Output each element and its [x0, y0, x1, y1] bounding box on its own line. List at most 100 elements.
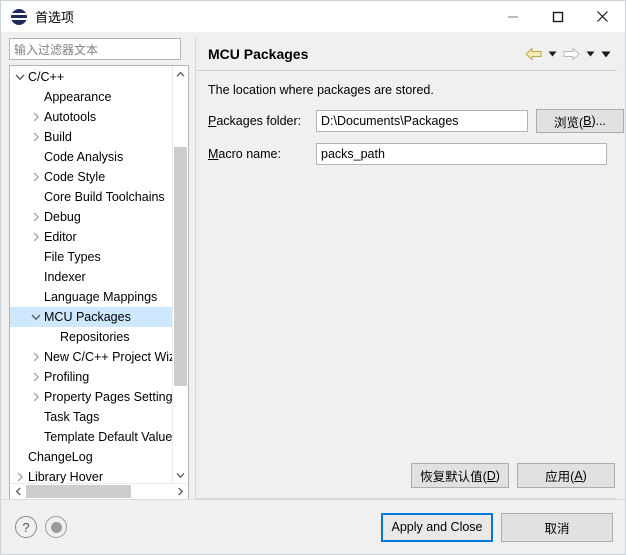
restore-defaults-suffix: ) [495, 468, 500, 483]
apply-button[interactable]: 应用(A) [517, 463, 615, 488]
close-button[interactable] [580, 1, 625, 32]
info-dot-icon[interactable] [45, 516, 67, 538]
browse-mnemonic: B [583, 114, 592, 128]
tree-item[interactable]: Code Style [10, 167, 172, 187]
tree-item[interactable]: Profiling [10, 367, 172, 387]
tree-item-label: Editor [44, 230, 77, 244]
vertical-scroll-thumb[interactable] [174, 147, 187, 387]
cancel-button[interactable]: 取消 [501, 512, 613, 542]
window-title: 首选项 [35, 10, 75, 25]
chevron-right-icon[interactable] [28, 352, 44, 362]
back-dropdown-icon[interactable] [545, 43, 559, 65]
dialog-body: 输入过滤器文本 C/C++ Appearance Autotools Build Cod… [1, 32, 625, 499]
restore-defaults-mnemonic: D [486, 468, 496, 483]
tree-item-label: Build [44, 130, 72, 144]
page-title: MCU Packages [208, 46, 309, 62]
macro-name-input[interactable]: packs_path [316, 143, 607, 165]
tree-item-label: Library Hover [28, 470, 104, 483]
tree-item[interactable]: Task Tags [10, 407, 172, 427]
tree-item[interactable]: Language Mappings [10, 287, 172, 307]
scroll-down-icon[interactable] [173, 467, 188, 483]
chevron-right-icon[interactable] [28, 172, 44, 182]
forward-arrow-icon[interactable] [561, 43, 581, 65]
page-content: The location where packages are stored. … [196, 71, 624, 453]
packages-folder-label-text: ackages folder: [216, 114, 302, 128]
chevron-right-icon[interactable] [12, 472, 28, 482]
chevron-down-icon[interactable] [28, 313, 44, 321]
preferences-tree: C/C++ Appearance Autotools Build Code Analys… [9, 65, 189, 499]
packages-folder-row: Packages folder: D:\Documents\Packages 浏… [208, 109, 624, 133]
tree-item-label: Debug [44, 210, 81, 224]
tree-item-label: Core Build Toolchains [44, 190, 165, 204]
macro-name-mnemonic: M [208, 147, 219, 161]
tree-item-label: MCU Packages [44, 310, 131, 324]
tree-item-label: Autotools [44, 110, 97, 124]
horizontal-scroll-track[interactable] [26, 484, 172, 499]
tree-item-label: ChangeLog [28, 450, 93, 464]
packages-folder-value: D:\Documents\Packages [321, 114, 459, 128]
chevron-right-icon[interactable] [28, 132, 44, 142]
page-header: MCU Packages [196, 38, 617, 71]
tree-item[interactable]: Code Analysis [10, 147, 172, 167]
tree-item[interactable]: MCU Packages [10, 307, 172, 327]
tree-item[interactable]: Indexer [10, 267, 172, 287]
apply-prefix: 应用( [545, 470, 575, 484]
chevron-right-icon[interactable] [28, 372, 44, 382]
chevron-right-icon[interactable] [28, 212, 44, 222]
tree-item-label: C/C++ [28, 70, 65, 84]
restore-defaults-button[interactable]: 恢复默认值(D) [411, 463, 509, 488]
tree-item-label: New C/C++ Project Wizard [44, 350, 172, 364]
tree-item[interactable]: Repositories [10, 327, 172, 347]
tree-item[interactable]: Editor [10, 227, 172, 247]
tree-item[interactable]: Core Build Toolchains [10, 187, 172, 207]
help-icon[interactable]: ? [15, 516, 37, 538]
apply-suffix: ) [582, 468, 587, 483]
back-arrow-icon[interactable] [523, 43, 543, 65]
apply-mnemonic: A [574, 468, 583, 483]
tree-item-label: Repositories [60, 330, 130, 344]
tree-main: C/C++ Appearance Autotools Build Code Analys… [10, 66, 188, 483]
macro-name-label: Macro name: [208, 147, 316, 161]
tree-item[interactable]: File Types [10, 247, 172, 267]
tree-item-label: Code Style [44, 170, 106, 184]
horizontal-scroll-thumb[interactable] [26, 485, 132, 498]
browse-prefix: 浏览( [553, 115, 584, 130]
title-bar: 首选项 [1, 1, 625, 32]
tree-item[interactable]: Library Hover [10, 467, 172, 483]
tree-item[interactable]: ChangeLog [10, 447, 172, 467]
macro-name-value: packs_path [321, 147, 385, 161]
dialog-footer: ? Apply and Close 取消 [1, 499, 625, 554]
minimize-button[interactable] [490, 1, 535, 32]
scroll-right-icon[interactable] [172, 484, 188, 499]
chevron-down-icon[interactable] [12, 73, 28, 81]
navigation-pane: 输入过滤器文本 C/C++ Appearance Autotools Build Cod… [1, 32, 189, 499]
tree-horizontal-scrollbar[interactable] [10, 483, 188, 499]
maximize-button[interactable] [535, 1, 580, 32]
filter-input[interactable]: 输入过滤器文本 [9, 38, 181, 60]
chevron-right-icon[interactable] [28, 232, 44, 242]
browse-button[interactable]: 浏览(B)... [536, 109, 624, 133]
tree-item[interactable]: New C/C++ Project Wizard [10, 347, 172, 367]
tree-item[interactable]: Property Pages Settings [10, 387, 172, 407]
tree-list[interactable]: C/C++ Appearance Autotools Build Code Analys… [10, 66, 172, 483]
tree-vertical-scrollbar[interactable] [172, 66, 188, 483]
forward-dropdown-icon[interactable] [583, 43, 597, 65]
browse-suffix: )... [591, 114, 607, 128]
vertical-scroll-track[interactable] [173, 82, 188, 467]
tree-item-label: Language Mappings [44, 290, 158, 304]
tree-item[interactable]: Template Default Values [10, 427, 172, 447]
chevron-right-icon[interactable] [28, 392, 44, 402]
view-menu-icon[interactable] [599, 43, 613, 65]
apply-and-close-button[interactable]: Apply and Close [381, 512, 493, 542]
scroll-up-icon[interactable] [173, 66, 188, 82]
tree-item[interactable]: C/C++ [10, 67, 172, 87]
scroll-left-icon[interactable] [10, 484, 26, 499]
macro-name-row: Macro name: packs_path [208, 143, 607, 165]
tree-item[interactable]: Debug [10, 207, 172, 227]
tree-item[interactable]: Autotools [10, 107, 172, 127]
page-action-bar: 恢复默认值(D) 应用(A) [196, 453, 617, 499]
tree-item[interactable]: Build [10, 127, 172, 147]
tree-item[interactable]: Appearance [10, 87, 172, 107]
packages-folder-input[interactable]: D:\Documents\Packages [316, 110, 528, 132]
chevron-right-icon[interactable] [28, 112, 44, 122]
